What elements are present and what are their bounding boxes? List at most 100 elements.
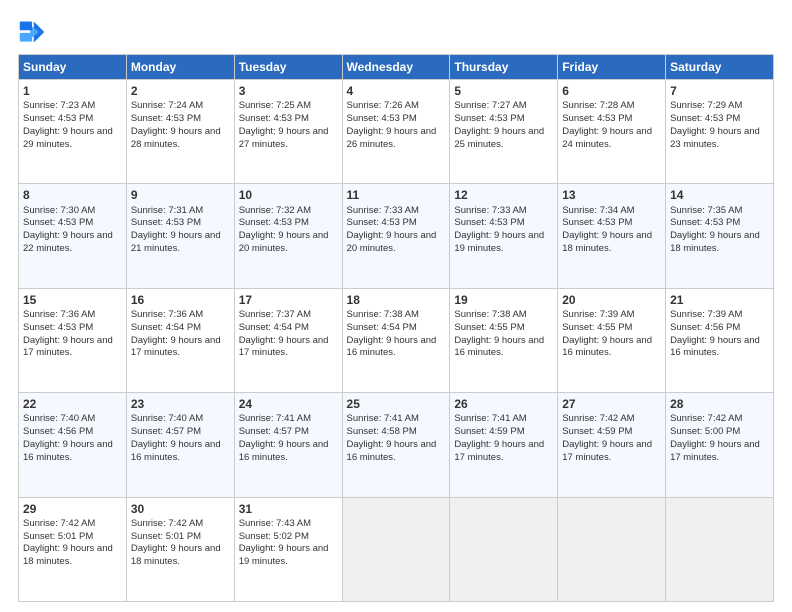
day-cell: 8 Sunrise: 7:30 AM Sunset: 4:53 PM Dayli… (19, 184, 127, 288)
sunrise-label: Sunrise: 7:25 AM (239, 100, 311, 111)
day-cell: 29 Sunrise: 7:42 AM Sunset: 5:01 PM Dayl… (19, 497, 127, 601)
day-cell: 15 Sunrise: 7:36 AM Sunset: 4:53 PM Dayl… (19, 288, 127, 392)
sunset-label: Sunset: 4:59 PM (454, 426, 524, 437)
daylight-label: Daylight: 9 hours and 24 minutes. (562, 126, 652, 150)
header-cell-thursday: Thursday (450, 55, 558, 80)
calendar-table: SundayMondayTuesdayWednesdayThursdayFrid… (18, 54, 774, 602)
day-cell (666, 497, 774, 601)
sunrise-label: Sunrise: 7:33 AM (454, 205, 526, 216)
sunrise-label: Sunrise: 7:34 AM (562, 205, 634, 216)
sunset-label: Sunset: 5:02 PM (239, 531, 309, 542)
sunset-label: Sunset: 4:55 PM (562, 322, 632, 333)
day-cell: 31 Sunrise: 7:43 AM Sunset: 5:02 PM Dayl… (234, 497, 342, 601)
daylight-label: Daylight: 9 hours and 27 minutes. (239, 126, 329, 150)
sunrise-label: Sunrise: 7:24 AM (131, 100, 203, 111)
day-cell: 24 Sunrise: 7:41 AM Sunset: 4:57 PM Dayl… (234, 393, 342, 497)
logo (18, 18, 50, 46)
sunset-label: Sunset: 4:53 PM (347, 113, 417, 124)
sunset-label: Sunset: 4:56 PM (23, 426, 93, 437)
day-cell: 16 Sunrise: 7:36 AM Sunset: 4:54 PM Dayl… (126, 288, 234, 392)
daylight-label: Daylight: 9 hours and 16 minutes. (347, 439, 437, 463)
daylight-label: Daylight: 9 hours and 22 minutes. (23, 230, 113, 254)
sunrise-label: Sunrise: 7:33 AM (347, 205, 419, 216)
sunrise-label: Sunrise: 7:39 AM (562, 309, 634, 320)
day-number: 10 (239, 187, 338, 203)
day-number: 16 (131, 292, 230, 308)
week-row-5: 29 Sunrise: 7:42 AM Sunset: 5:01 PM Dayl… (19, 497, 774, 601)
sunset-label: Sunset: 4:53 PM (23, 113, 93, 124)
day-number: 23 (131, 396, 230, 412)
day-cell: 26 Sunrise: 7:41 AM Sunset: 4:59 PM Dayl… (450, 393, 558, 497)
header-cell-tuesday: Tuesday (234, 55, 342, 80)
week-row-3: 15 Sunrise: 7:36 AM Sunset: 4:53 PM Dayl… (19, 288, 774, 392)
day-number: 17 (239, 292, 338, 308)
day-cell: 3 Sunrise: 7:25 AM Sunset: 4:53 PM Dayli… (234, 80, 342, 184)
sunrise-label: Sunrise: 7:40 AM (131, 413, 203, 424)
sunset-label: Sunset: 4:53 PM (562, 113, 632, 124)
sunset-label: Sunset: 5:01 PM (23, 531, 93, 542)
day-cell: 30 Sunrise: 7:42 AM Sunset: 5:01 PM Dayl… (126, 497, 234, 601)
day-cell (342, 497, 450, 601)
daylight-label: Daylight: 9 hours and 20 minutes. (347, 230, 437, 254)
day-number: 3 (239, 83, 338, 99)
day-number: 25 (347, 396, 446, 412)
header (18, 18, 774, 46)
day-number: 6 (562, 83, 661, 99)
day-cell: 18 Sunrise: 7:38 AM Sunset: 4:54 PM Dayl… (342, 288, 450, 392)
daylight-label: Daylight: 9 hours and 18 minutes. (670, 230, 760, 254)
sunset-label: Sunset: 4:58 PM (347, 426, 417, 437)
sunset-label: Sunset: 4:53 PM (670, 217, 740, 228)
day-number: 20 (562, 292, 661, 308)
sunset-label: Sunset: 4:54 PM (131, 322, 201, 333)
daylight-label: Daylight: 9 hours and 17 minutes. (670, 439, 760, 463)
day-number: 8 (23, 187, 122, 203)
sunrise-label: Sunrise: 7:32 AM (239, 205, 311, 216)
sunrise-label: Sunrise: 7:29 AM (670, 100, 742, 111)
day-number: 11 (347, 187, 446, 203)
sunrise-label: Sunrise: 7:42 AM (23, 518, 95, 529)
daylight-label: Daylight: 9 hours and 18 minutes. (23, 543, 113, 567)
day-number: 9 (131, 187, 230, 203)
sunset-label: Sunset: 4:57 PM (239, 426, 309, 437)
header-cell-friday: Friday (558, 55, 666, 80)
week-row-1: 1 Sunrise: 7:23 AM Sunset: 4:53 PM Dayli… (19, 80, 774, 184)
sunset-label: Sunset: 4:53 PM (131, 217, 201, 228)
page: SundayMondayTuesdayWednesdayThursdayFrid… (0, 0, 792, 612)
sunset-label: Sunset: 4:54 PM (347, 322, 417, 333)
header-cell-sunday: Sunday (19, 55, 127, 80)
day-number: 18 (347, 292, 446, 308)
sunset-label: Sunset: 4:53 PM (131, 113, 201, 124)
day-number: 22 (23, 396, 122, 412)
sunset-label: Sunset: 4:53 PM (239, 217, 309, 228)
daylight-label: Daylight: 9 hours and 20 minutes. (239, 230, 329, 254)
daylight-label: Daylight: 9 hours and 16 minutes. (670, 335, 760, 359)
day-cell: 21 Sunrise: 7:39 AM Sunset: 4:56 PM Dayl… (666, 288, 774, 392)
daylight-label: Daylight: 9 hours and 16 minutes. (239, 439, 329, 463)
sunrise-label: Sunrise: 7:42 AM (670, 413, 742, 424)
sunrise-label: Sunrise: 7:41 AM (454, 413, 526, 424)
day-cell: 12 Sunrise: 7:33 AM Sunset: 4:53 PM Dayl… (450, 184, 558, 288)
daylight-label: Daylight: 9 hours and 17 minutes. (454, 439, 544, 463)
day-cell: 19 Sunrise: 7:38 AM Sunset: 4:55 PM Dayl… (450, 288, 558, 392)
week-row-2: 8 Sunrise: 7:30 AM Sunset: 4:53 PM Dayli… (19, 184, 774, 288)
sunrise-label: Sunrise: 7:31 AM (131, 205, 203, 216)
day-cell: 28 Sunrise: 7:42 AM Sunset: 5:00 PM Dayl… (666, 393, 774, 497)
day-cell: 9 Sunrise: 7:31 AM Sunset: 4:53 PM Dayli… (126, 184, 234, 288)
day-cell: 7 Sunrise: 7:29 AM Sunset: 4:53 PM Dayli… (666, 80, 774, 184)
sunrise-label: Sunrise: 7:36 AM (131, 309, 203, 320)
day-number: 28 (670, 396, 769, 412)
daylight-label: Daylight: 9 hours and 18 minutes. (562, 230, 652, 254)
sunset-label: Sunset: 4:53 PM (347, 217, 417, 228)
sunrise-label: Sunrise: 7:27 AM (454, 100, 526, 111)
day-cell: 17 Sunrise: 7:37 AM Sunset: 4:54 PM Dayl… (234, 288, 342, 392)
sunset-label: Sunset: 4:53 PM (562, 217, 632, 228)
calendar-header-row: SundayMondayTuesdayWednesdayThursdayFrid… (19, 55, 774, 80)
sunset-label: Sunset: 4:55 PM (454, 322, 524, 333)
sunrise-label: Sunrise: 7:37 AM (239, 309, 311, 320)
day-number: 15 (23, 292, 122, 308)
sunrise-label: Sunrise: 7:42 AM (562, 413, 634, 424)
daylight-label: Daylight: 9 hours and 16 minutes. (562, 335, 652, 359)
daylight-label: Daylight: 9 hours and 21 minutes. (131, 230, 221, 254)
sunrise-label: Sunrise: 7:36 AM (23, 309, 95, 320)
sunset-label: Sunset: 4:54 PM (239, 322, 309, 333)
